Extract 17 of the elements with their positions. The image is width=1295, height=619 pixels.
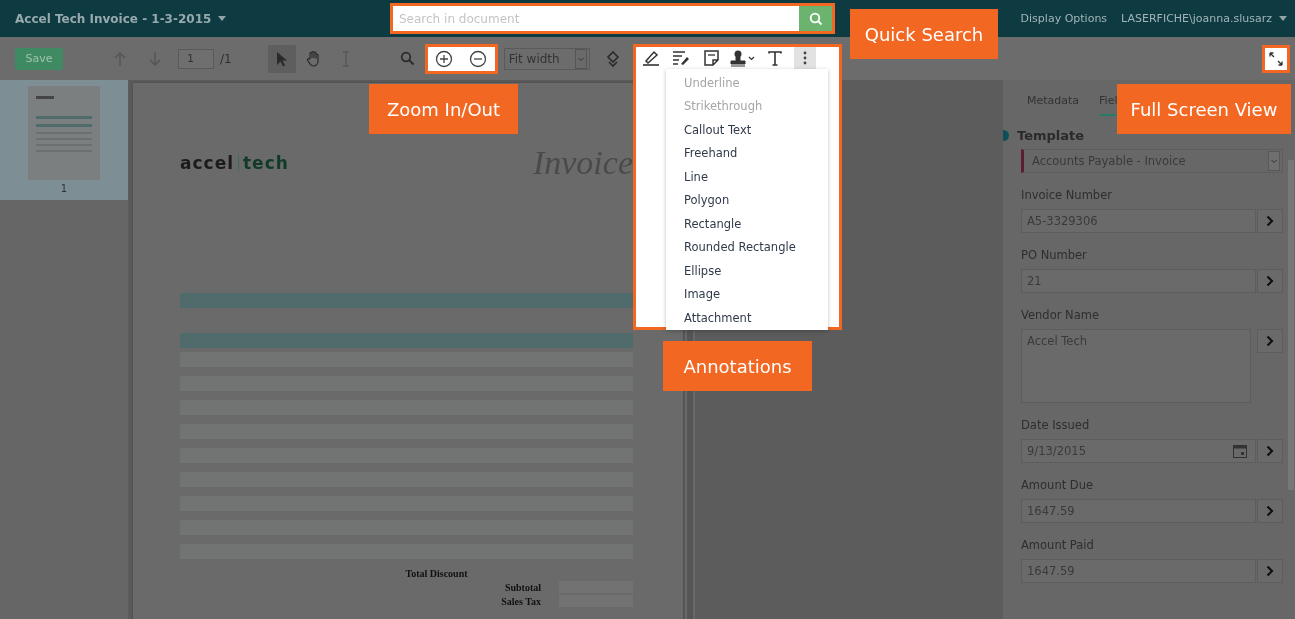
total-label: Sales Tax [501, 595, 541, 607]
page-count: /1 [220, 51, 232, 66]
total-label: Subtotal [504, 581, 541, 593]
callout-label: Zoom In/Out [369, 84, 518, 134]
field-label: Vendor Name [1021, 308, 1099, 322]
template-label: Template [1017, 128, 1085, 143]
field-label: Invoice Number [1021, 188, 1112, 202]
company-logo: accel tech [180, 153, 289, 173]
field-label: Date Issued [1021, 418, 1090, 432]
field-label: Amount Paid [1021, 538, 1094, 552]
callout-label: Full Screen View [1117, 84, 1291, 134]
callout-label: Annotations [663, 341, 812, 391]
total-label: Total Discount [405, 568, 468, 579]
callout-label: Quick Search [850, 9, 998, 59]
field-label: Amount Due [1021, 478, 1094, 492]
field-label: PO Number [1021, 248, 1087, 262]
page-label: 1 [60, 183, 68, 194]
